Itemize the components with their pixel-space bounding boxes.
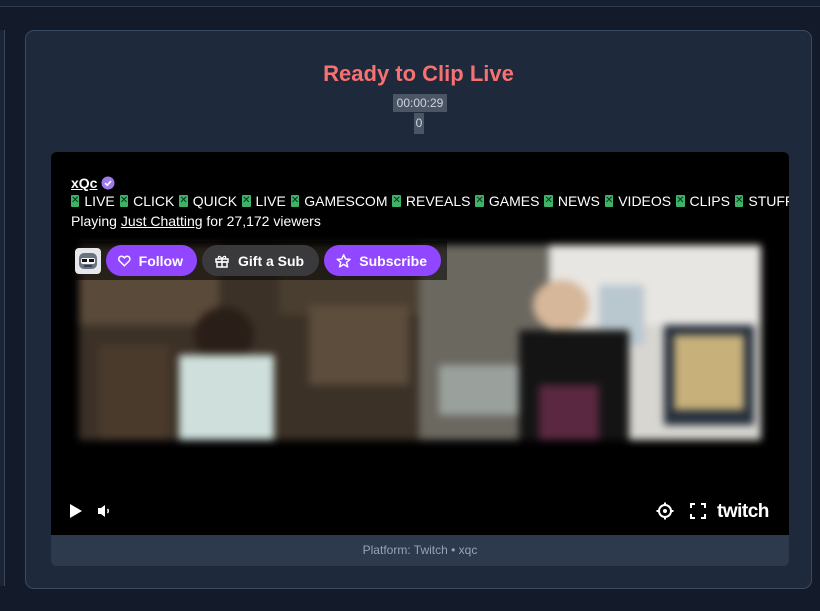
gorilla-avatar-icon <box>79 252 97 269</box>
playing-prefix: Playing <box>71 213 117 229</box>
elapsed-timer: 00:00:29 <box>393 94 447 112</box>
volume-icon[interactable] <box>95 501 115 521</box>
page-title: Ready to Clip Live <box>323 61 514 86</box>
title-word: STUFF <box>748 193 789 209</box>
gift-sub-label: Gift a Sub <box>238 252 305 269</box>
play-icon[interactable] <box>65 501 85 521</box>
heart-icon <box>118 255 131 267</box>
stream-title: ✕ LIVE ✕ CLICK ✕ QUICK ✕ LIVE ✕ GAMESCOM ✕ REV… <box>71 193 789 209</box>
title-word: GAMES <box>488 193 540 209</box>
title-word: NEWS <box>557 193 600 209</box>
platform-label: Platform: Twitch <box>362 543 448 557</box>
cross-emoji-icon: ✕ <box>392 195 401 207</box>
cross-emoji-icon: ✕ <box>676 195 685 207</box>
top-bar <box>0 0 820 7</box>
channel-slug: xqc <box>458 543 478 557</box>
cross-emoji-icon: ✕ <box>475 195 484 207</box>
settings-icon[interactable] <box>655 501 675 521</box>
verified-badge-icon <box>101 176 115 190</box>
clip-card: Ready to Clip Live 00:00:29 0 xQc ✕ LIVE… <box>25 30 812 589</box>
follow-button[interactable]: Follow <box>106 245 197 276</box>
cross-emoji-icon: ✕ <box>604 195 614 207</box>
player-controls: twitch <box>51 497 789 525</box>
cross-emoji-icon: ✕ <box>71 195 80 207</box>
left-panel-edge <box>0 30 5 586</box>
title-word: CLIPS <box>689 193 730 209</box>
cross-emoji-icon: ✕ <box>734 195 744 207</box>
separator: • <box>451 543 456 557</box>
clip-counter: 0 <box>414 113 424 134</box>
subscribe-button[interactable]: Subscribe <box>324 245 441 276</box>
cross-emoji-icon: ✕ <box>544 195 553 207</box>
gift-icon <box>215 255 229 268</box>
title-word: GAMESCOM <box>304 193 388 209</box>
title-word: CLICK <box>133 193 175 209</box>
subscribe-label: Subscribe <box>359 252 427 269</box>
game-link[interactable]: Just Chatting <box>121 213 203 229</box>
channel-action-bar: Follow Gift a Sub Subscribe <box>71 241 447 280</box>
twitch-player[interactable]: xQc ✕ LIVE ✕ CLICK ✕ QUICK ✕ LIVE ✕ GAMESCOM … <box>51 152 789 535</box>
twitch-logo-text: twitch <box>717 501 769 522</box>
cross-emoji-icon: ✕ <box>179 195 188 207</box>
follow-label: Follow <box>138 252 183 269</box>
title-word: LIVE <box>255 193 286 209</box>
star-icon <box>336 253 351 268</box>
viewer-count: for 27,172 viewers <box>206 213 321 229</box>
cross-emoji-icon: ✕ <box>290 195 300 207</box>
platform-footer: Platform: Twitch • xqc <box>51 535 789 566</box>
cross-emoji-icon: ✕ <box>119 195 129 207</box>
channel-name-link[interactable]: xQc <box>71 175 97 191</box>
twitch-logo-icon[interactable]: twitch <box>717 500 779 522</box>
fullscreen-icon[interactable] <box>688 501 708 521</box>
avatar[interactable] <box>75 247 101 274</box>
cross-emoji-icon: ✕ <box>242 195 251 207</box>
title-word: LIVE <box>84 193 115 209</box>
channel-row: xQc <box>71 173 115 193</box>
gift-sub-button[interactable]: Gift a Sub <box>202 245 319 276</box>
title-word: QUICK <box>192 193 238 209</box>
title-word: VIDEOS <box>618 193 672 209</box>
playing-line: Playing Just Chatting for 27,172 viewers <box>71 213 321 229</box>
title-word: REVEALS <box>405 193 471 209</box>
